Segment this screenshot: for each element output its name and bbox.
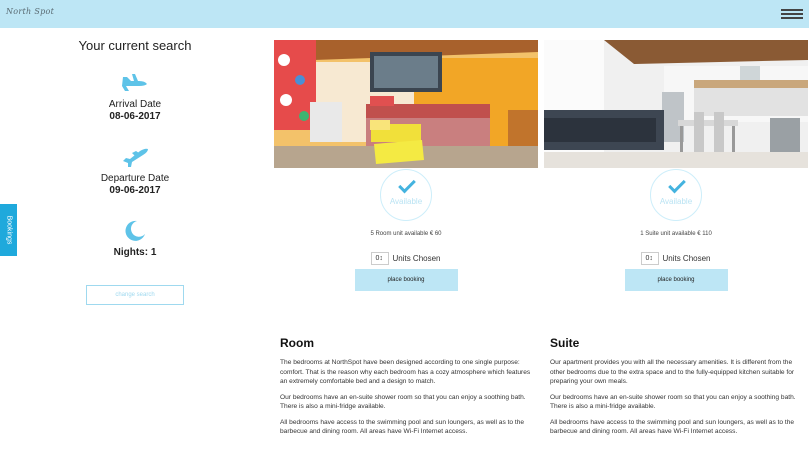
departure-label: Departure Date xyxy=(100,173,170,184)
unit-availability-text: 5 Room unit available € 60 xyxy=(370,231,442,237)
suite-card: Available 1 Suite unit available € 110 0… xyxy=(544,40,808,291)
change-search-button[interactable]: change search xyxy=(86,285,184,305)
nights-block: Nights: 1 xyxy=(40,219,230,258)
place-booking-button[interactable]: place booking xyxy=(624,269,728,291)
site-logo[interactable]: North Spot xyxy=(6,7,54,16)
suite-paragraph: All bedrooms have access to the swimming… xyxy=(550,418,795,436)
units-value: 0 xyxy=(645,255,650,262)
suite-description: Suite Our apartment provides you with al… xyxy=(550,336,805,443)
unit-availability-text: 1 Suite unit available € 110 xyxy=(640,231,712,237)
nights-count: Nights: 1 xyxy=(113,247,157,258)
units-stepper[interactable]: 0↕ xyxy=(371,252,390,265)
departure-date: 09-06-2017 xyxy=(109,185,161,196)
hamburger-menu-icon[interactable] xyxy=(781,9,803,20)
plane-landing-icon xyxy=(122,74,147,91)
room-description: Room The bedrooms at NorthSpot have been… xyxy=(280,336,535,443)
units-label: Units Chosen xyxy=(662,254,711,263)
arrival-block: Arrival Date 08-06-2017 xyxy=(40,71,230,123)
room-card: Available 5 Room unit available € 60 0↕ U… xyxy=(274,40,538,291)
room-paragraph: The bedrooms at NorthSpot have been desi… xyxy=(280,359,531,385)
search-title: Your current search xyxy=(78,38,192,53)
bookings-side-tab[interactable]: Bookings xyxy=(0,204,17,256)
suite-photo xyxy=(544,40,808,168)
availability-badge: Available xyxy=(650,169,702,221)
bookings-tab-label: Bookings xyxy=(5,215,12,245)
room-paragraph: All bedrooms have access to the swimming… xyxy=(280,418,525,436)
availability-badge: Available xyxy=(380,169,432,221)
availability-status: Available xyxy=(389,197,423,206)
suite-title: Suite xyxy=(550,336,580,350)
suite-paragraph: Our apartment provides you with all the … xyxy=(550,359,795,385)
place-booking-button[interactable]: place booking xyxy=(354,269,458,291)
checkmark-icon xyxy=(668,175,686,194)
room-title: Room xyxy=(280,336,314,350)
room-paragraph: Our bedrooms have an en-suite shower roo… xyxy=(280,393,526,411)
units-chooser: 0↕ Units Chosen xyxy=(274,252,538,265)
units-stepper[interactable]: 0↕ xyxy=(641,252,660,265)
units-label: Units Chosen xyxy=(392,254,441,263)
arrival-label: Arrival Date xyxy=(108,99,162,110)
units-chooser: 0↕ Units Chosen xyxy=(544,252,808,265)
suite-paragraph: Our bedrooms have an en-suite shower roo… xyxy=(550,393,796,411)
units-value: 0 xyxy=(375,255,380,262)
departure-block: Departure Date 09-06-2017 xyxy=(40,145,230,197)
plane-takeoff-icon xyxy=(123,148,148,167)
arrival-date: 08-06-2017 xyxy=(109,111,161,122)
room-photo xyxy=(274,40,538,168)
checkmark-icon xyxy=(398,175,416,194)
top-header: North Spot xyxy=(0,0,809,28)
moon-icon xyxy=(125,220,145,241)
search-summary: Your current search Arrival Date 08-06-2… xyxy=(40,38,230,280)
availability-status: Available xyxy=(659,197,693,206)
